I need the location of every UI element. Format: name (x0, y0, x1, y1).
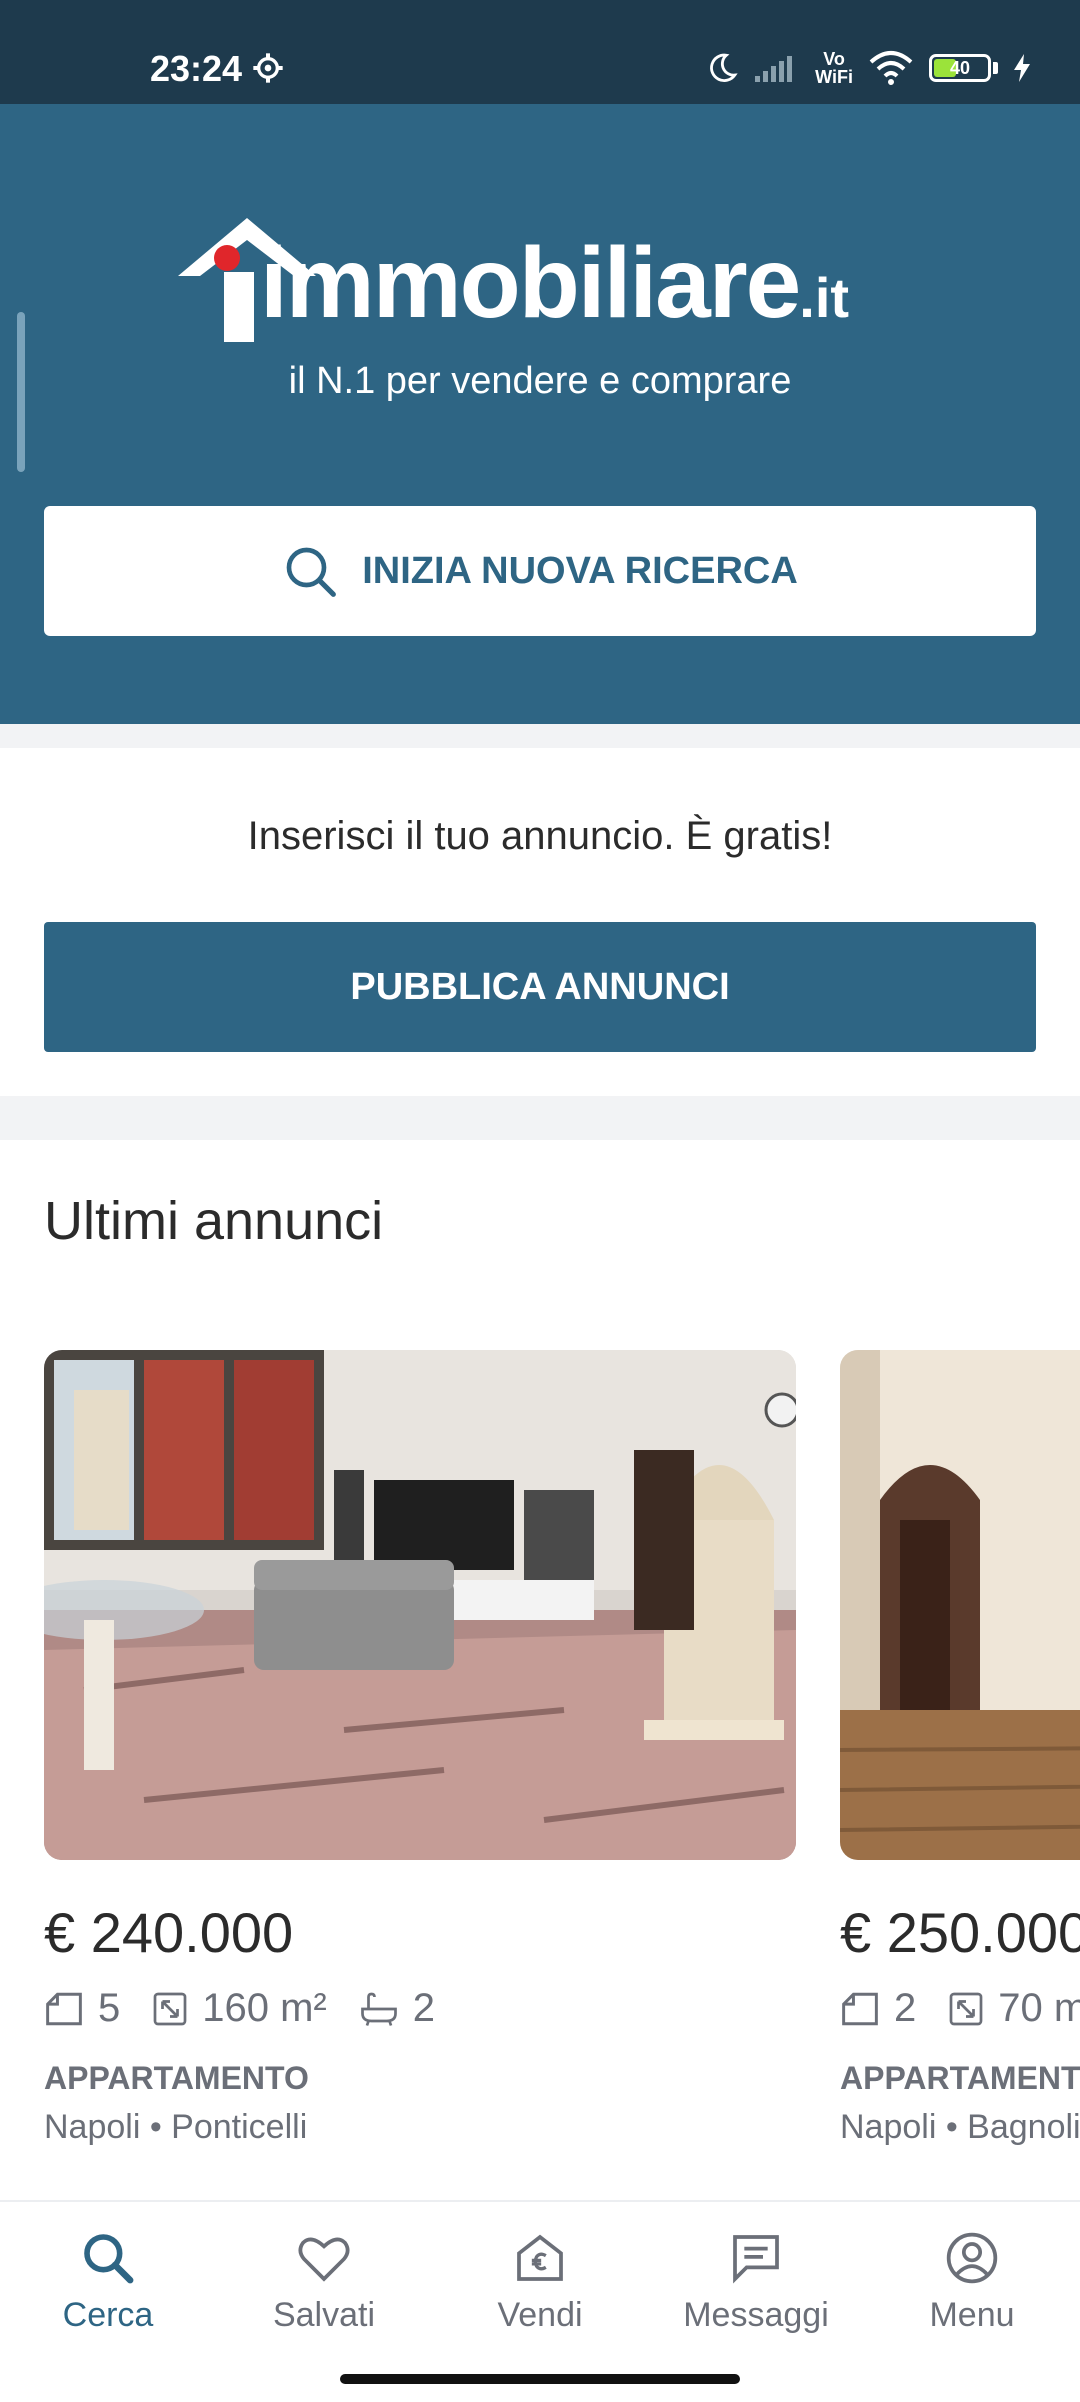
bottom-navigation: Cerca Salvati Vendi Messaggi Menu (0, 2200, 1080, 2402)
area-feature: 70 m² (948, 1986, 1080, 2031)
new-search-button[interactable]: INIZIA NUOVA RICERCA (44, 506, 1036, 636)
listing-features: 5 160 m² 2 (44, 1986, 435, 2031)
rooms-feature: 5 (44, 1986, 120, 2031)
listing-card[interactable]: € 240.000 5 160 m² 2 APPARTAMENTO Napoli… (44, 1350, 796, 2146)
listing-features: 2 70 m² (840, 1986, 1080, 2031)
gear-icon (253, 53, 283, 83)
listing-photo[interactable] (44, 1350, 796, 1860)
charging-bolt-icon (1014, 54, 1030, 82)
baths-feature: 2 (359, 1986, 435, 2031)
user-circle-icon (946, 2232, 998, 2284)
nav-label: Vendi (497, 2296, 583, 2334)
nav-item-salvati[interactable]: Salvati (216, 2230, 432, 2335)
nav-label: Messaggi (683, 2296, 829, 2334)
vowifi-indicator: Vo WiFi (815, 49, 853, 87)
publish-prompt: Inserisci il tuo annuncio. È gratis! (247, 814, 833, 858)
nav-label: Cerca (62, 2296, 154, 2334)
publish-section: Inserisci il tuo annuncio. È gratis! PUB… (0, 748, 1080, 1096)
wifi-icon (869, 51, 913, 85)
area-icon (949, 1992, 983, 2025)
listing-location: Napoli • Bagnoli (840, 2108, 1080, 2146)
publish-listings-label: PUBBLICA ANNUNCI (350, 965, 730, 1008)
logo-wordmark: immobiliare.it (260, 227, 850, 339)
status-bar: 23:24 Vo WiFi 40 (0, 0, 1080, 104)
nav-item-cerca[interactable]: Cerca (0, 2230, 216, 2335)
listing-price: € 250.000 (840, 1901, 1080, 1964)
brand-logo: immobiliare.it (172, 214, 912, 344)
signal-icon (755, 56, 793, 82)
rooms-icon (46, 1992, 82, 2025)
status-icons: Vo WiFi 40 (705, 46, 1032, 90)
rooms-feature: 2 (840, 1986, 916, 2031)
listing-photo[interactable] (840, 1350, 1080, 1860)
moon-icon (710, 53, 738, 82)
listing-type: APPARTAMENTO (840, 2060, 1080, 2096)
area-value: 160 m² (202, 1986, 327, 2030)
area-value: 70 m² (998, 1986, 1080, 2030)
nav-label: Salvati (272, 2296, 376, 2334)
baths-count: 2 (412, 1986, 435, 2030)
listing-price: € 240.000 (44, 1901, 294, 1964)
rooms-icon (842, 1992, 878, 2025)
listing-type: APPARTAMENTO (44, 2060, 309, 2096)
section-divider (0, 1096, 1080, 1140)
latest-listings-title: Ultimi annunci (44, 1191, 384, 1251)
status-time: 23:24 (150, 48, 243, 89)
nav-item-messaggi[interactable]: Messaggi (648, 2230, 864, 2335)
search-icon (286, 547, 337, 597)
new-search-label: INIZIA NUOVA RICERCA (362, 549, 798, 592)
nav-item-vendi[interactable]: Vendi (432, 2230, 648, 2335)
listing-photo-image (44, 1350, 796, 1860)
message-icon (733, 2235, 779, 2284)
heart-icon (298, 2237, 350, 2282)
listing-card[interactable]: € 250.000 2 70 m² APPARTAMENTO Napoli • … (840, 1350, 1080, 2150)
nav-label: Menu (929, 2296, 1015, 2334)
bathtub-icon (360, 1992, 397, 2026)
rooms-count: 2 (894, 1986, 917, 2030)
area-feature: 160 m² (152, 1986, 327, 2031)
nav-item-menu[interactable]: Menu (864, 2230, 1080, 2335)
area-icon (153, 1992, 187, 2025)
listing-photo-image (840, 1350, 1080, 1860)
battery-level: 40 (949, 58, 971, 78)
house-euro-icon (517, 2234, 563, 2281)
battery-icon: 40 (929, 54, 991, 82)
battery-tip (993, 62, 998, 74)
section-divider (0, 724, 1080, 748)
home-indicator[interactable] (340, 2374, 740, 2384)
search-icon (84, 2234, 134, 2284)
hero-section: immobiliare.it il N.1 per vendere e comp… (0, 104, 1080, 724)
listing-location: Napoli • Ponticelli (44, 2108, 308, 2146)
publish-listings-button[interactable]: PUBBLICA ANNUNCI (44, 922, 1036, 1052)
tagline: il N.1 per vendere e comprare (288, 360, 792, 402)
rooms-count: 5 (98, 1986, 121, 2030)
